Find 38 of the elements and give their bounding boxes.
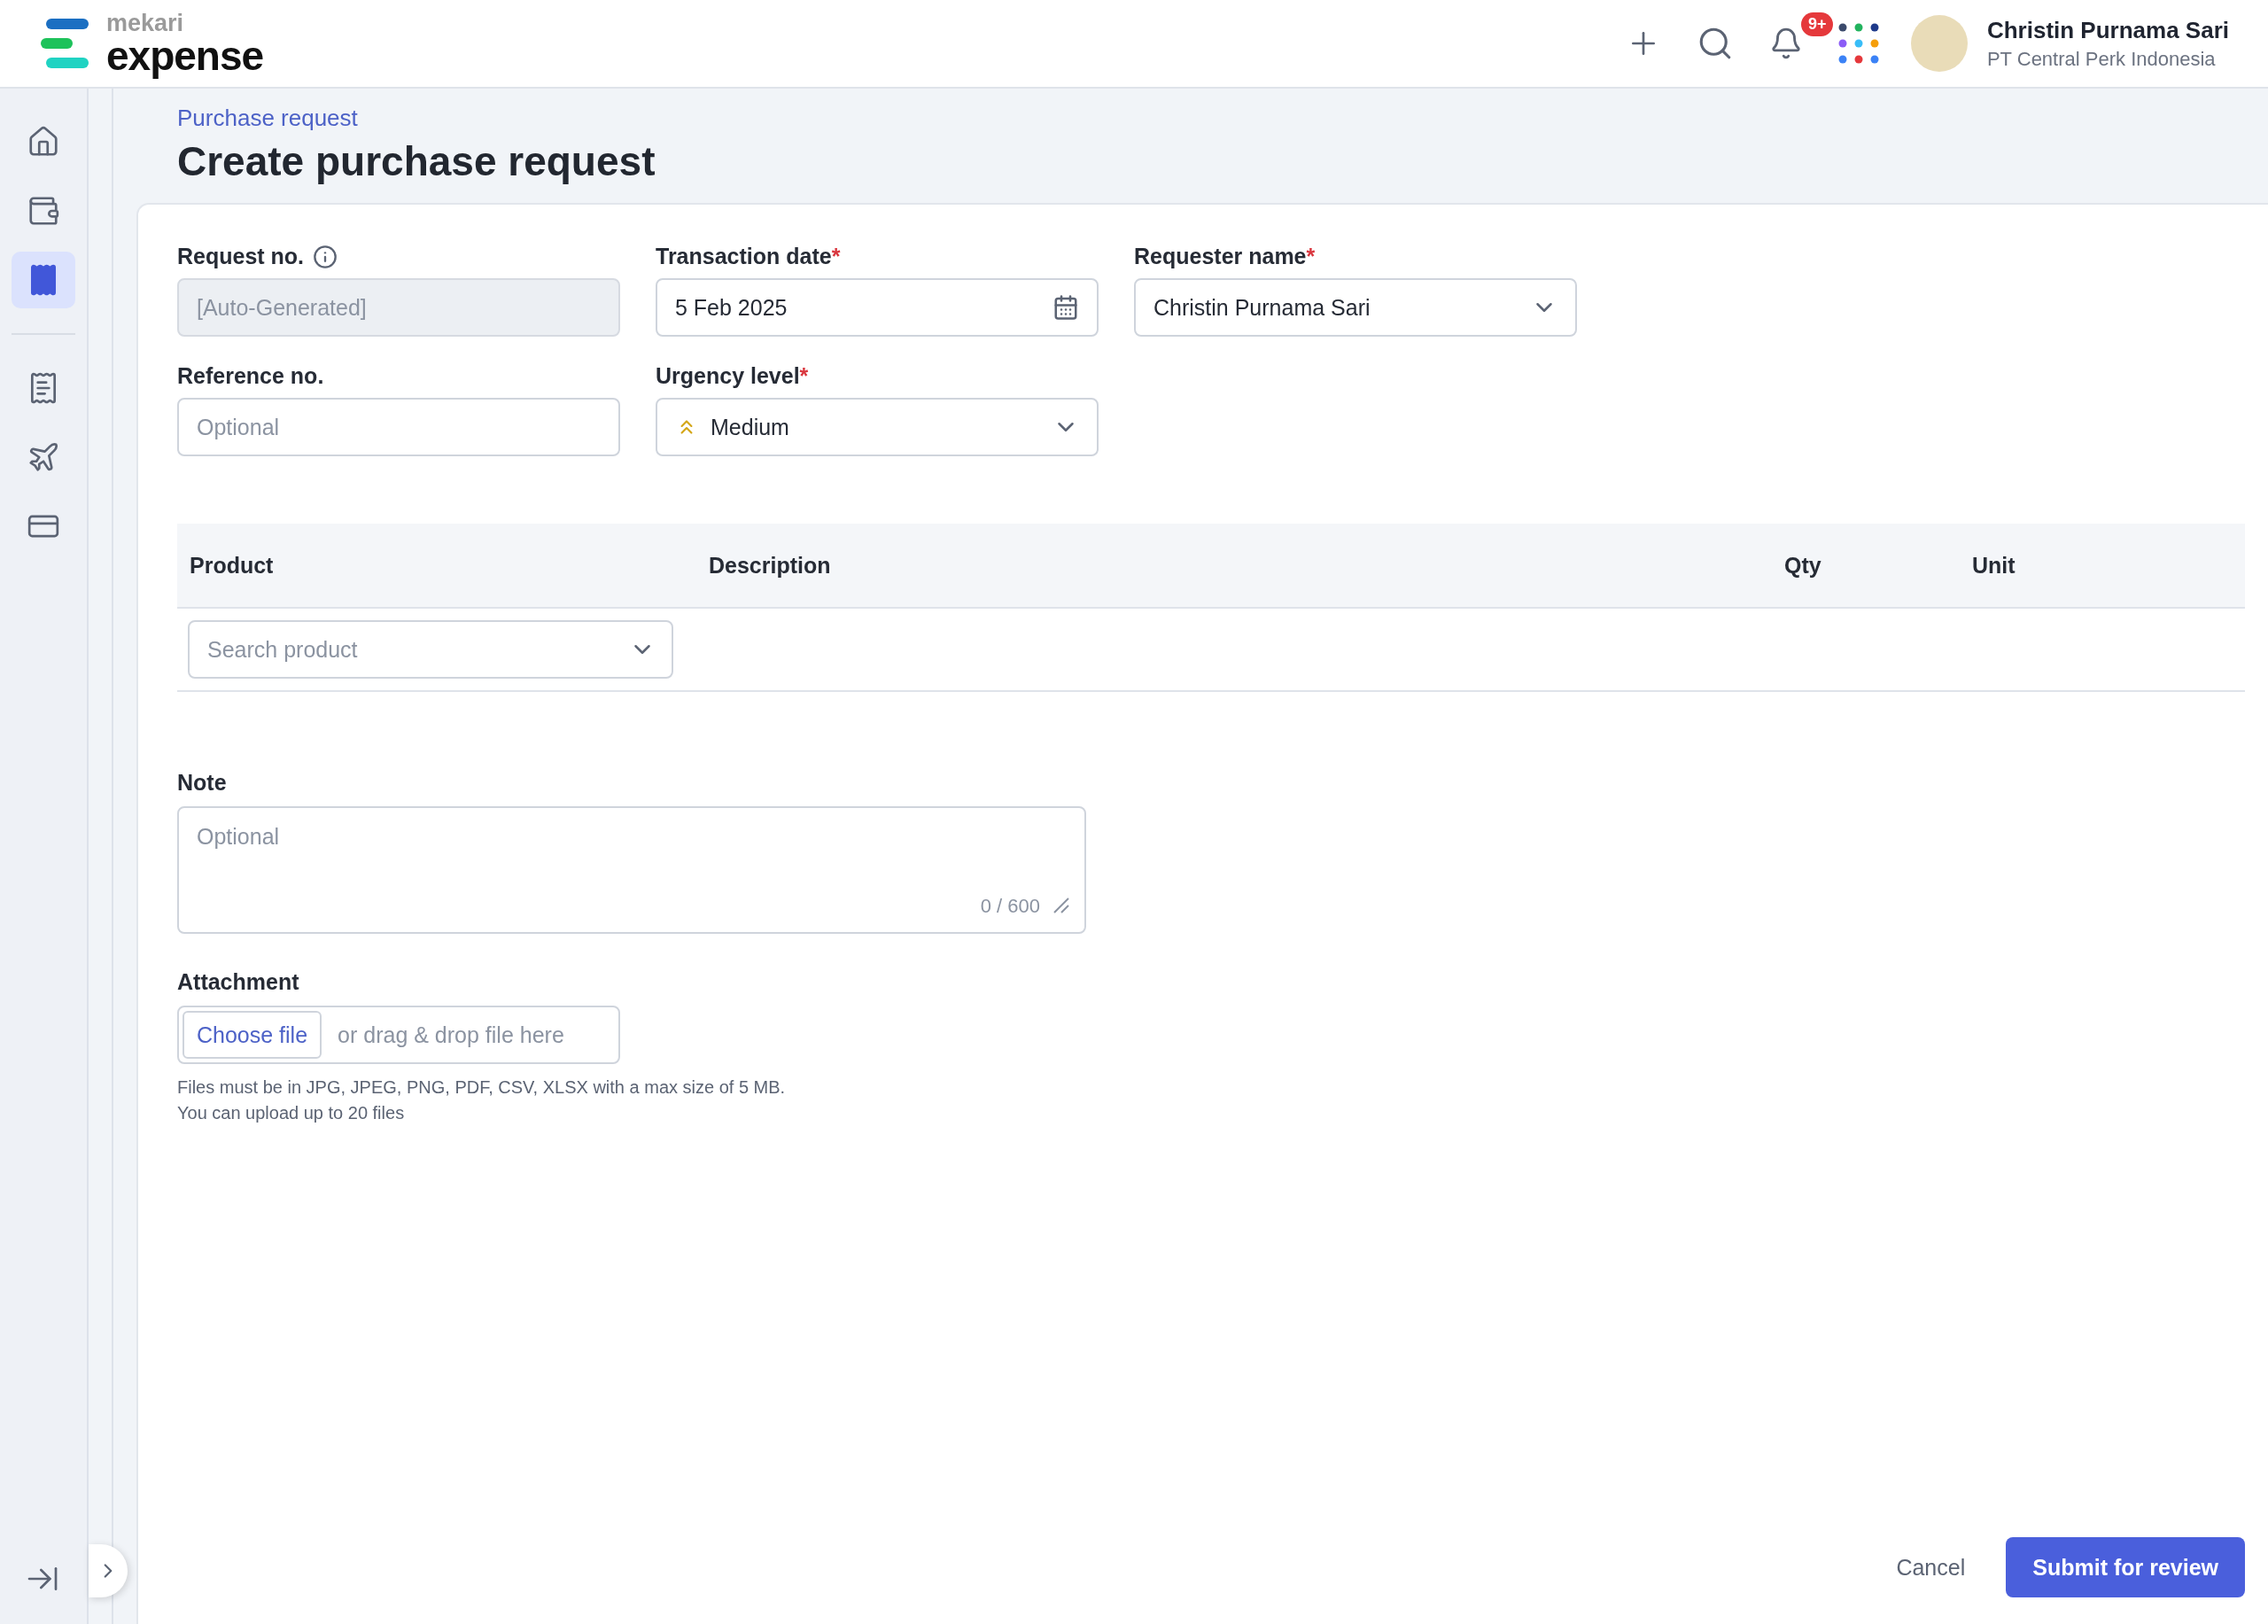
column-header: Unit <box>1972 552 2016 579</box>
field-label: Attachment <box>177 969 300 995</box>
logo-icon <box>41 19 89 68</box>
select-field[interactable]: Christin Purnama Sari <box>1134 278 1577 337</box>
field-label: Transaction date* <box>656 244 841 269</box>
product-select[interactable]: Search product <box>188 620 673 679</box>
info-icon[interactable] <box>313 244 338 269</box>
choose-file-button[interactable]: Choose file <box>183 1011 322 1059</box>
select-field[interactable]: Medium <box>656 398 1099 456</box>
column-header: Qty <box>1784 552 1822 579</box>
field-label: Urgency level* <box>656 363 809 389</box>
apps-grid-icon[interactable] <box>1837 23 1879 64</box>
field-label: Requester name* <box>1134 244 1316 269</box>
column-header: Description <box>709 552 832 579</box>
field-label: Note <box>177 770 228 796</box>
help-text: You can upload up to 20 files <box>177 1102 406 1124</box>
calendar-icon <box>1052 294 1079 321</box>
file-drop-zone[interactable]: Choose file or drag & drop file here <box>177 1006 620 1064</box>
drop-hint: or drag & drop file here <box>338 1022 564 1048</box>
field-label: Request no. <box>177 244 305 269</box>
page-title: Create purchase request <box>177 137 656 185</box>
logo-text: mekari <box>106 11 185 35</box>
submit-button[interactable]: Submit for review <box>2006 1537 2245 1597</box>
company-name: PT Central Perk Indonesia <box>1986 47 2217 71</box>
date-field[interactable]: 5 Feb 2025 <box>656 278 1099 337</box>
help-text: Files must be in JPG, JPEG, PNG, PDF, CSV, XLSX with a max size of 5 MB. <box>177 1076 787 1099</box>
notification-badge: 9+ <box>1800 12 1834 36</box>
breadcrumb-link[interactable]: Purchase request <box>177 105 2268 132</box>
field-label: Reference no. <box>177 363 324 389</box>
plane-icon <box>27 440 60 474</box>
input-field[interactable]: Optional <box>177 398 620 456</box>
wallet-icon <box>27 194 60 228</box>
character-counter: 0 / 600 <box>980 895 1040 918</box>
sidebar-item[interactable] <box>12 252 75 308</box>
column-header: Product <box>190 552 275 579</box>
cancel-button[interactable]: Cancel <box>1891 1553 1971 1581</box>
user-name: Christin Purnama Sari <box>1986 16 2229 44</box>
home-icon <box>27 125 60 159</box>
